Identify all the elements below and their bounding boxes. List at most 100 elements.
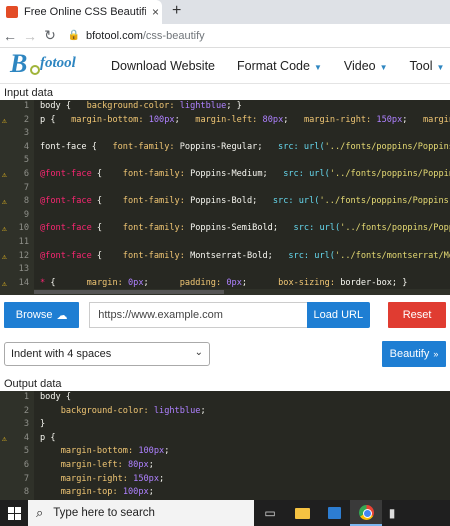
tab-close-icon[interactable]: × — [152, 5, 159, 19]
code-line: 8 ⚠ @font-face { font-family: Poppins-Bold… — [0, 195, 450, 209]
taskbar-search-placeholder: Type here to search — [53, 507, 155, 519]
browse-label: Browse — [15, 309, 53, 321]
site-logo[interactable]: B fotool — [8, 49, 88, 81]
site-navbar: B fotool Download Website Format Code ▼ V… — [0, 48, 450, 84]
new-tab-button[interactable]: + — [172, 2, 181, 20]
browser-tab-strip: Free Online CSS Beautifier / Forma × + — [0, 0, 450, 24]
url-field[interactable]: bfotool.com/css-beautify — [86, 30, 205, 42]
line-number: 5 — [23, 155, 29, 166]
line-number: 3 — [23, 419, 29, 430]
nav-tool[interactable]: Tool ▼ — [410, 59, 445, 73]
url-input[interactable]: https://www.example.com — [89, 302, 307, 328]
beautify-label: Beautify — [389, 348, 430, 360]
logo-text: fotool — [40, 54, 76, 71]
code-text: @font-face { font-family: Poppins-Medium… — [40, 168, 450, 179]
beautify-button[interactable]: Beautify » — [382, 341, 446, 367]
code-text: margin-right: 150px; — [60, 473, 165, 484]
code-line: 3} — [0, 418, 450, 432]
line-number: 4 — [23, 141, 29, 152]
app-icon[interactable]: ▮ — [382, 500, 402, 526]
nav-video[interactable]: Video ▼ — [344, 59, 388, 73]
nav-label: Format Code — [237, 58, 310, 73]
windows-taskbar: ⌕ Type here to search ▭ ▮ — [0, 500, 450, 526]
site-favicon-icon — [6, 6, 18, 18]
warning-icon[interactable]: ⚠ — [2, 168, 7, 182]
store-icon[interactable] — [318, 500, 350, 526]
double-chevron-down-icon: » — [433, 349, 439, 359]
browse-button[interactable]: Browse ☁ — [4, 302, 80, 328]
nav-format-code[interactable]: Format Code ▼ — [237, 59, 322, 73]
warning-icon[interactable]: ⚠ — [2, 195, 7, 209]
horizontal-scrollbar[interactable] — [0, 289, 450, 295]
reload-button[interactable]: ↻ — [40, 27, 60, 44]
code-line: 4 font-face { font-family: Poppins-Regula… — [0, 141, 450, 155]
code-text: @font-face { font-family: Montserrat-Bol… — [40, 250, 450, 261]
lock-icon[interactable]: 🔒 — [66, 30, 82, 41]
tab-title: Free Online CSS Beautifier / Forma — [24, 6, 146, 18]
back-button[interactable]: ← — [0, 28, 20, 44]
scrollbar-thumb[interactable] — [34, 290, 224, 294]
chevron-down-icon: ⌄ — [194, 347, 203, 358]
line-number: 1 — [23, 392, 29, 402]
url-path: /css-beautify — [142, 29, 205, 42]
line-number: 2 ⚠ — [0, 114, 29, 128]
line-number: 9 — [23, 209, 29, 220]
line-number: 7 — [23, 182, 29, 193]
search-icon: ⌕ — [36, 505, 44, 520]
code-text: p { margin-bottom: 100px; margin-left: 8… — [40, 114, 450, 125]
code-text: margin-top: 100px; — [60, 487, 154, 498]
input-lines: 1 body { background-color: lightblue; } 2 ⚠… — [0, 100, 450, 295]
caret-down-icon: ▼ — [379, 62, 388, 72]
output-lines: 1 body {2 background-color: lightblue; 3} 4… — [0, 391, 450, 501]
code-line: 7 margin-right: 150px; — [0, 473, 450, 487]
code-text: font-face { font-family: Poppins-Regular… — [40, 141, 450, 152]
code-line: 11 — [0, 236, 450, 250]
chrome-icon[interactable] — [350, 500, 382, 526]
code-line: 5 — [0, 154, 450, 168]
code-line: 6 ⚠ @font-face { font-family: Poppins-Medi… — [0, 168, 450, 182]
line-number: 5 — [23, 446, 29, 457]
code-line: 9 — [0, 209, 450, 223]
warning-icon[interactable]: ⚠ — [2, 222, 7, 236]
caret-down-icon: ▼ — [313, 62, 322, 72]
code-text: margin-left: 80px; — [60, 459, 154, 470]
cloud-upload-icon: ☁ — [56, 309, 68, 322]
line-number: 1 — [23, 101, 29, 111]
output-code-editor[interactable]: 1 body {2 background-color: lightblue; 3} 4… — [0, 391, 450, 501]
nav-label: Download Website — [111, 58, 215, 73]
reset-button[interactable]: Reset — [388, 302, 446, 328]
code-line: 8 margin-top: 100px; — [0, 486, 450, 500]
file-explorer-icon[interactable] — [286, 500, 318, 526]
warning-icon[interactable]: ⚠ — [2, 114, 7, 128]
code-text: } — [40, 419, 46, 430]
code-line: 12 ⚠ @font-face { font-family: Montserrat-… — [0, 250, 450, 264]
code-line: 6 margin-left: 80px; — [0, 459, 450, 473]
windows-start-button[interactable] — [0, 500, 28, 526]
code-line: 13 — [0, 263, 450, 277]
code-line: 10 ⚠ @font-face { font-family: Poppins-Sem… — [0, 222, 450, 236]
line-number: 7 — [23, 473, 29, 484]
line-number: 2 — [23, 405, 29, 416]
warning-icon[interactable]: ⚠ — [2, 432, 7, 446]
forward-button[interactable]: → — [20, 28, 40, 44]
indent-select[interactable]: Indent with 4 spaces ⌄ — [4, 342, 210, 366]
taskbar-search[interactable]: ⌕ Type here to search — [28, 500, 254, 526]
warning-icon[interactable]: ⚠ — [2, 250, 7, 264]
load-url-button[interactable]: Load URL — [306, 302, 371, 328]
task-view-icon[interactable]: ▭ — [254, 500, 286, 526]
input-code-editor[interactable]: 1 body { background-color: lightblue; } 2 ⚠… — [0, 100, 450, 295]
logo-gear-icon — [30, 64, 40, 75]
code-text: p { — [40, 432, 56, 443]
line-number: 6 — [23, 459, 29, 470]
browser-tab[interactable]: Free Online CSS Beautifier / Forma × — [0, 0, 162, 24]
line-number: 10 ⚠ — [0, 222, 29, 236]
line-number: 12 ⚠ — [0, 250, 29, 264]
code-text: @font-face { font-family: Poppins-Bold; … — [40, 196, 450, 207]
line-number: 3 — [23, 128, 29, 139]
nav-download-website[interactable]: Download Website — [111, 59, 215, 73]
nav-label: Video — [343, 58, 376, 73]
code-line: 4 ⚠ p { — [0, 432, 450, 446]
